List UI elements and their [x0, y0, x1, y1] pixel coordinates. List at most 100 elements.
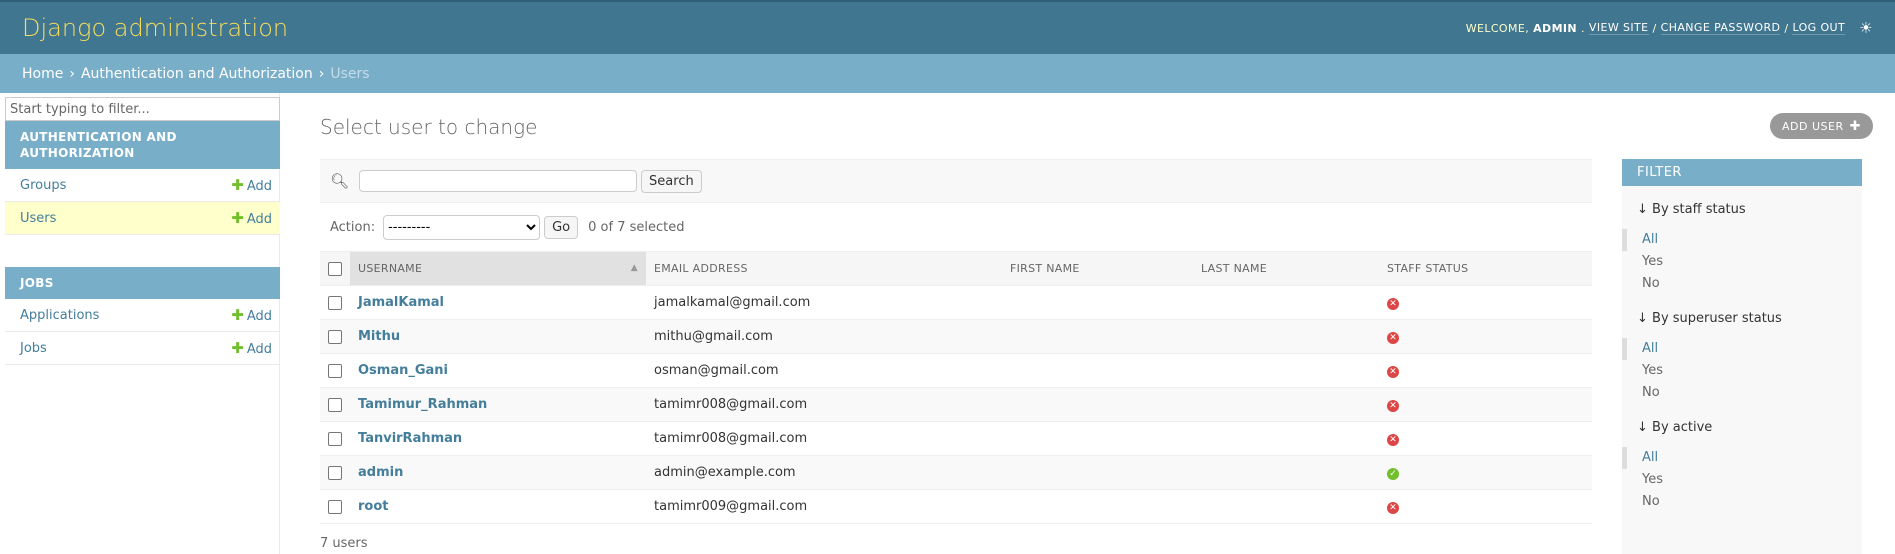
last-name-cell	[1193, 285, 1379, 320]
username-link[interactable]: Mithu	[358, 329, 400, 344]
row-checkbox[interactable]	[328, 295, 342, 310]
filter-option-link[interactable]: All	[1642, 450, 1658, 465]
content: Select user to change	[320, 93, 1865, 157]
filter-option-link[interactable]: No	[1642, 276, 1660, 291]
username-link[interactable]: root	[358, 499, 389, 514]
filter-option: All	[1622, 447, 1862, 469]
column-email[interactable]: Email address	[646, 251, 1002, 286]
select-all-checkbox[interactable]	[328, 261, 342, 276]
filter-section-title[interactable]: ↓ By superuser status	[1637, 311, 1847, 326]
search-icon: 🔍︎	[330, 172, 350, 190]
first-name-cell	[1002, 455, 1193, 490]
filter-option: No	[1622, 491, 1862, 513]
sidebar-item-label[interactable]: Users	[20, 211, 56, 226]
add-groups-link[interactable]: ✚ Add	[231, 176, 272, 194]
cross-icon: ✕	[1387, 332, 1399, 344]
search-toolbar: 🔍︎ Search	[320, 159, 1592, 203]
email-cell: tamimr008@gmail.com	[646, 421, 1002, 456]
sort-arrow-icon[interactable]: ▲	[631, 263, 638, 273]
last-name-cell	[1193, 319, 1379, 354]
filter-option-link[interactable]: All	[1642, 232, 1658, 247]
filter-option-link[interactable]: Yes	[1642, 254, 1663, 269]
filter-option: All	[1622, 229, 1862, 251]
filter-options: All Yes No	[1622, 338, 1862, 404]
selected-count: 0 of 7 selected	[588, 219, 685, 235]
actions-bar: Action: --------- Go 0 of 7 selected	[320, 203, 1592, 251]
row-checkbox[interactable]	[328, 431, 342, 446]
sidebar-item-groups[interactable]: Groups ✚ Add	[5, 169, 280, 202]
row-checkbox[interactable]	[328, 363, 342, 378]
column-staff-status[interactable]: Staff status	[1379, 251, 1592, 286]
cross-icon: ✕	[1387, 366, 1399, 378]
nav-sidebar: Authentication and Authorization Groups …	[0, 93, 280, 554]
table-row: Tamimur_Rahman tamimr008@gmail.com ✕	[320, 387, 1592, 422]
filter-option-link[interactable]: Yes	[1642, 363, 1663, 378]
log-out-link[interactable]: Log out	[1792, 21, 1846, 35]
view-site-link[interactable]: View site	[1588, 21, 1649, 35]
table-row: Mithu mithu@gmail.com ✕	[320, 319, 1592, 354]
breadcrumb-app[interactable]: Authentication and Authorization	[81, 66, 313, 82]
add-applications-link[interactable]: ✚ Add	[231, 306, 272, 324]
check-icon: ✓	[1387, 468, 1399, 480]
search-button[interactable]: Search	[641, 169, 702, 193]
add-user-button[interactable]: Add user ✚	[1770, 113, 1873, 139]
add-users-link[interactable]: ✚ Add	[231, 209, 272, 227]
change-password-link[interactable]: Change password	[1660, 21, 1781, 35]
email-cell: tamimr009@gmail.com	[646, 489, 1002, 524]
username-link[interactable]: JamalKamal	[358, 295, 444, 310]
theme-toggle-icon[interactable]: ☀	[1859, 19, 1873, 37]
sidebar-item-applications[interactable]: Applications ✚ Add	[5, 299, 280, 332]
nav-filter-input[interactable]	[5, 97, 280, 121]
filter-option: Yes	[1622, 360, 1862, 382]
module-caption-jobs[interactable]: Jobs	[5, 267, 280, 299]
username-link[interactable]: Tamimur_Rahman	[358, 397, 487, 412]
module-caption-auth[interactable]: Authentication and Authorization	[5, 121, 280, 169]
sidebar-item-users[interactable]: Users ✚ Add	[5, 202, 280, 235]
add-jobs-link[interactable]: ✚ Add	[231, 339, 272, 357]
site-branding[interactable]: Django administration	[22, 14, 288, 42]
welcome-username: ADMIN	[1533, 21, 1578, 35]
action-select[interactable]: ---------	[383, 214, 541, 240]
username-link[interactable]: admin	[358, 465, 403, 480]
last-name-cell	[1193, 489, 1379, 524]
sidebar-item-label[interactable]: Applications	[20, 308, 99, 323]
filter-option: No	[1622, 382, 1862, 404]
filter-section-title[interactable]: ↓ By active	[1637, 420, 1847, 435]
breadcrumb: Home › Authentication and Authorization …	[0, 54, 1895, 93]
row-checkbox[interactable]	[328, 397, 342, 412]
filter-option: Yes	[1622, 469, 1862, 491]
plus-icon: ✚	[1849, 118, 1861, 134]
filter-option-link[interactable]: Yes	[1642, 472, 1663, 487]
first-name-cell	[1002, 285, 1193, 320]
last-name-cell	[1193, 353, 1379, 388]
column-username[interactable]: Username ▲	[350, 251, 646, 286]
changelist: 🔍︎ Search Action: --------- Go 0 of 7 se…	[320, 159, 1592, 551]
column-last-name[interactable]: Last name	[1193, 251, 1379, 286]
username-link[interactable]: TanvirRahman	[358, 431, 462, 446]
filter-option-link[interactable]: No	[1642, 385, 1660, 400]
table-row: JamalKamal jamalkamal@gmail.com ✕	[320, 285, 1592, 320]
email-cell: osman@gmail.com	[646, 353, 1002, 388]
filter-option-link[interactable]: All	[1642, 341, 1658, 356]
sidebar-item-jobs[interactable]: Jobs ✚ Add	[5, 332, 280, 365]
sidebar-item-label[interactable]: Groups	[20, 178, 66, 193]
row-checkbox[interactable]	[328, 329, 342, 344]
filter-section-title[interactable]: ↓ By staff status	[1637, 202, 1847, 217]
filter-option-link[interactable]: No	[1642, 494, 1660, 509]
last-name-cell	[1193, 455, 1379, 490]
column-first-name[interactable]: First name	[1002, 251, 1193, 286]
breadcrumb-home[interactable]: Home	[22, 66, 63, 82]
paginator: 7 users	[320, 536, 368, 551]
table-row: Osman_Gani osman@gmail.com ✕	[320, 353, 1592, 388]
sidebar-item-label[interactable]: Jobs	[20, 341, 47, 356]
row-checkbox[interactable]	[328, 465, 342, 480]
header: Django administration Welcome, ADMIN. Vi…	[0, 0, 1895, 54]
row-checkbox[interactable]	[328, 499, 342, 514]
username-link[interactable]: Osman_Gani	[358, 363, 448, 378]
go-button[interactable]: Go	[544, 215, 579, 239]
module-jobs: Jobs Applications ✚ Add Jobs ✚ Add	[5, 267, 280, 365]
action-label: Action:	[330, 219, 376, 235]
filter-options: All Yes No	[1622, 447, 1862, 513]
search-input[interactable]	[359, 170, 638, 192]
first-name-cell	[1002, 387, 1193, 422]
